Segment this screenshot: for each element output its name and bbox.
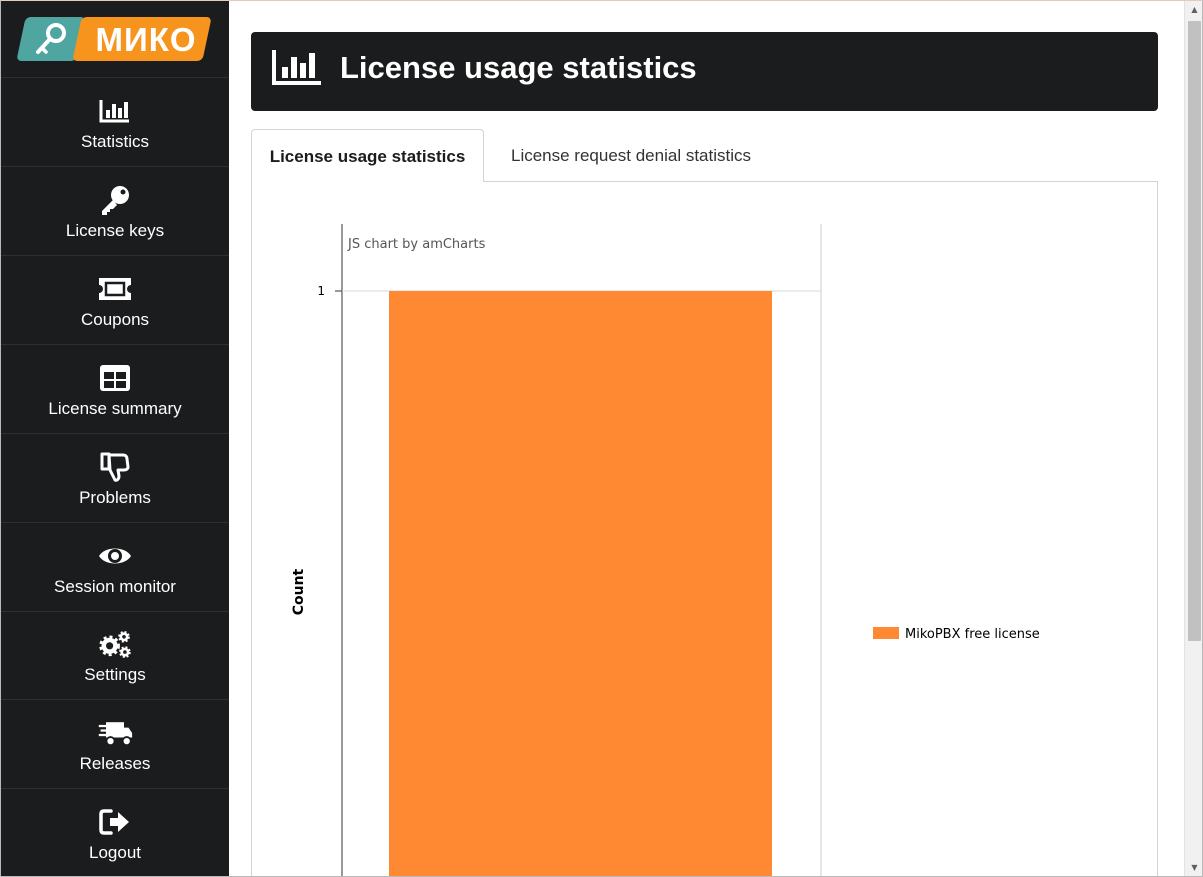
sidebar-item-label: Logout [89,843,141,862]
sidebar-item-coupons[interactable]: Coupons [1,256,229,345]
page-header: License usage statistics [251,32,1158,111]
sidebar: МИКО Statistics License keys Coupons Lic… [1,1,229,876]
scroll-thumb[interactable] [1188,21,1201,641]
sidebar-item-label: License keys [65,221,165,240]
sign-out-icon [97,806,133,838]
sidebar-item-label: Statistics [80,132,150,151]
thumbs-down-icon [97,451,133,483]
sidebar-item-label: Problems [79,488,151,507]
chart-watermark: JS chart by amCharts [347,237,486,252]
sidebar-item-problems[interactable]: Problems [1,434,229,523]
scroll-down-arrow-icon[interactable]: ▼ [1189,863,1200,873]
sidebar-item-logout[interactable]: Logout [1,789,229,876]
logo-text: МИКО [95,21,197,58]
y-axis-label: Count [291,568,307,615]
sidebar-item-statistics[interactable]: Statistics [1,78,229,167]
key-logo-icon [36,23,66,54]
sidebar-item-label: Session monitor [54,577,176,596]
scroll-up-arrow-icon[interactable]: ▲ [1189,5,1200,15]
sidebar-item-license-summary[interactable]: License summary [1,345,229,434]
logo[interactable]: МИКО [1,1,229,78]
sidebar-item-label: Coupons [80,310,150,329]
browser-viewport: МИКО Statistics License keys Coupons Lic… [0,0,1203,877]
table-icon [97,362,133,394]
page-title: License usage statistics [340,50,697,85]
sidebar-item-session-monitor[interactable]: Session monitor [1,523,229,612]
sidebar-item-label: License summary [48,399,182,418]
usage-chart[interactable]: 1 JS chart by amCharts Count MikoPBX fre… [252,182,1157,877]
sidebar-item-releases[interactable]: Releases [1,700,229,789]
vertical-scrollbar[interactable]: ▲ ▼ [1184,1,1202,876]
bar-mikopbx-free-license [389,291,772,876]
bar-chart-icon [97,95,133,127]
sidebar-item-license-keys[interactable]: License keys [1,167,229,256]
tab-license-request-denial-statistics[interactable]: License request denial statistics [489,129,773,182]
tab-panel: 1 JS chart by amCharts Count MikoPBX fre… [251,181,1158,877]
sidebar-item-label: Settings [84,665,146,684]
legend-swatch[interactable] [873,627,899,639]
eye-icon [97,540,133,572]
tab-license-usage-statistics[interactable]: License usage statistics [251,129,484,182]
key-icon [97,184,133,216]
ticket-icon [97,273,133,305]
sidebar-item-label: Releases [79,754,151,773]
gears-icon [97,628,133,660]
legend-label[interactable]: MikoPBX free license [905,627,1040,642]
shipping-truck-icon [97,717,133,749]
main-content: License usage statistics License usage s… [229,1,1184,877]
bar-chart-icon [271,47,323,87]
sidebar-item-settings[interactable]: Settings [1,611,229,700]
y-tick-label: 1 [317,284,325,298]
